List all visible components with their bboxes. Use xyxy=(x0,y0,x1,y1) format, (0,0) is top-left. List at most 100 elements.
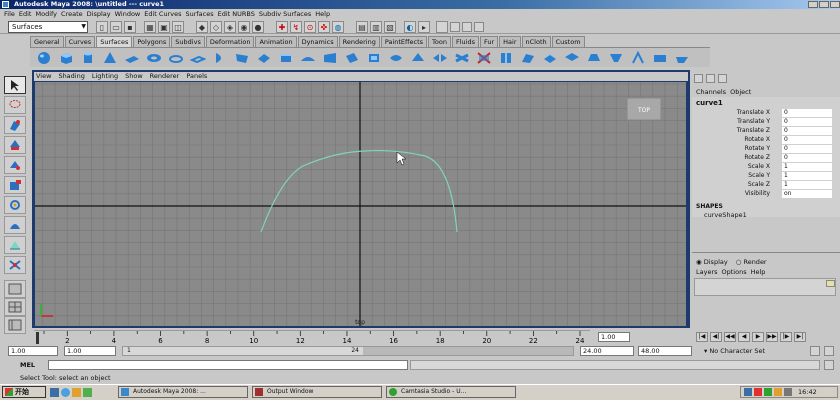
taskbar-maya[interactable]: Autodesk Maya 2008: ... xyxy=(118,386,248,398)
layer-menu-help[interactable]: Help xyxy=(751,268,766,276)
menu-display[interactable]: Display xyxy=(87,9,115,19)
play-forward-icon[interactable]: ▶ xyxy=(752,332,764,342)
tab-surfaces[interactable]: Surfaces xyxy=(96,36,133,47)
attr-scale-z[interactable]: Scale Z1 xyxy=(692,181,832,189)
step-back-icon[interactable]: ◀| xyxy=(710,332,722,342)
layer-menu-layers[interactable]: Layers xyxy=(696,268,718,276)
extend-icon[interactable] xyxy=(518,50,538,66)
render-icon[interactable]: ▤ xyxy=(356,21,368,33)
step-back-key-icon[interactable]: ◀◀ xyxy=(724,332,736,342)
scale-tool-icon[interactable] xyxy=(4,176,26,194)
save-scene-icon[interactable]: ▪ xyxy=(124,21,136,33)
tab-hair[interactable]: Hair xyxy=(499,36,521,47)
attach-icon[interactable] xyxy=(430,50,450,66)
tab-fluids[interactable]: Fluids xyxy=(451,36,479,47)
input-line-icon[interactable]: ▸ xyxy=(418,21,430,33)
tab-rendering[interactable]: Rendering xyxy=(338,36,380,47)
browser-icon[interactable] xyxy=(61,387,70,397)
step-forward-icon[interactable]: |▶ xyxy=(780,332,792,342)
nurbs-sphere-icon[interactable] xyxy=(34,50,54,66)
menu-subdiv-surfaces[interactable]: Subdiv Surfaces xyxy=(259,9,315,19)
menu-file[interactable]: File xyxy=(4,9,19,19)
select-tool-icon[interactable] xyxy=(4,76,26,94)
open-scene-icon[interactable]: ▭ xyxy=(110,21,122,33)
tab-custom[interactable]: Custom xyxy=(551,36,585,47)
time-slider[interactable]: 2 4 6 8 10 12 14 16 18 20 22 24 xyxy=(34,330,590,345)
boundary-icon[interactable] xyxy=(320,50,340,66)
sculpt-icon[interactable] xyxy=(628,50,648,66)
layer-editor-icon[interactable] xyxy=(706,74,715,83)
snap-surface-icon[interactable]: ✜ xyxy=(318,21,330,33)
menu-window[interactable]: Window xyxy=(115,9,145,19)
menu-edit[interactable]: Edit xyxy=(19,9,36,19)
render-settings-icon[interactable]: ▧ xyxy=(384,21,396,33)
channel-box-menu-channels[interactable]: Channels xyxy=(696,88,726,96)
tab-animation[interactable]: Animation xyxy=(255,36,297,47)
nurbs-torus-icon[interactable] xyxy=(144,50,164,66)
fillet-icon[interactable] xyxy=(650,50,670,66)
menu-modify[interactable]: Modify xyxy=(35,9,61,19)
tab-polygons[interactable]: Polygons xyxy=(133,36,171,47)
nurbs-cone-icon[interactable] xyxy=(100,50,120,66)
nurbs-circle-icon[interactable] xyxy=(166,50,186,66)
snap-point-icon[interactable]: ⊙ xyxy=(304,21,316,33)
new-scene-icon[interactable]: ▯ xyxy=(96,21,108,33)
step-forward-key-icon[interactable]: ▶▶ xyxy=(766,332,778,342)
playback-end-field[interactable]: 24.00 xyxy=(580,346,634,356)
tray-icon[interactable] xyxy=(754,388,762,396)
untrim-icon[interactable] xyxy=(408,50,428,66)
attr-rotate-x[interactable]: Rotate X0 xyxy=(692,136,832,144)
script-editor-icon[interactable] xyxy=(824,360,834,370)
folder-icon[interactable] xyxy=(72,387,81,397)
range-slider-handle[interactable]: 1 24 xyxy=(123,347,363,355)
reverse-icon[interactable] xyxy=(584,50,604,66)
trim-icon[interactable] xyxy=(386,50,406,66)
attr-rotate-z[interactable]: Rotate Z0 xyxy=(692,154,832,162)
soft-mod-tool-icon[interactable] xyxy=(4,216,26,234)
range-slider[interactable]: 1 24 xyxy=(122,346,574,356)
panel-menu-renderer[interactable]: Renderer xyxy=(150,72,187,81)
tab-painteffects[interactable]: PaintEffects xyxy=(380,36,428,47)
project-curve-icon[interactable] xyxy=(672,50,692,66)
show-attribute-editor-icon[interactable] xyxy=(450,22,460,32)
tray-icon[interactable] xyxy=(774,388,782,396)
volume-icon[interactable] xyxy=(784,388,792,396)
auto-key-icon[interactable] xyxy=(810,346,820,356)
numeric-input-field[interactable] xyxy=(436,21,448,33)
attr-translate-z[interactable]: Translate Z0 xyxy=(692,127,832,135)
character-set-menu[interactable]: ▾ No Character Set xyxy=(704,346,804,356)
panel-menu-panels[interactable]: Panels xyxy=(186,72,214,81)
planar-icon[interactable] xyxy=(254,50,274,66)
show-manipulator-icon[interactable] xyxy=(4,236,26,254)
mask-icon[interactable]: ◆ xyxy=(196,21,208,33)
ipr-render-icon[interactable]: ▥ xyxy=(370,21,382,33)
mask-icon[interactable]: ◈ xyxy=(224,21,236,33)
command-input[interactable] xyxy=(48,360,408,370)
menu-edit-curves[interactable]: Edit Curves xyxy=(144,9,185,19)
tab-curves[interactable]: Curves xyxy=(64,36,96,47)
new-layer-icon[interactable] xyxy=(826,280,835,287)
select-hierarchy-icon[interactable]: ▦ xyxy=(144,21,156,33)
taskbar-output-window[interactable]: Output Window xyxy=(252,386,382,398)
bevel-icon[interactable] xyxy=(364,50,384,66)
attr-translate-y[interactable]: Translate Y0 xyxy=(692,118,832,126)
select-component-icon[interactable]: ◫ xyxy=(172,21,184,33)
animation-preferences-icon[interactable] xyxy=(824,346,834,356)
nurbs-cube-icon[interactable] xyxy=(56,50,76,66)
playback-start-field[interactable]: 1.00 xyxy=(64,346,116,356)
nurbs-plane-icon[interactable] xyxy=(122,50,142,66)
time-slider-track[interactable]: 2 4 6 8 10 12 14 16 18 20 22 24 xyxy=(34,331,590,345)
animation-start-field[interactable]: 1.00 xyxy=(8,346,58,356)
tab-dynamics[interactable]: Dynamics xyxy=(297,36,338,47)
stitch-icon[interactable] xyxy=(606,50,626,66)
panel-menu-shading[interactable]: Shading xyxy=(58,72,91,81)
channel-box-icon[interactable] xyxy=(694,74,703,83)
square-surface-icon[interactable] xyxy=(342,50,362,66)
tab-subdivs[interactable]: Subdivs xyxy=(171,36,205,47)
maximize-icon[interactable] xyxy=(819,1,829,8)
panel-menu-view[interactable]: View xyxy=(36,72,58,81)
command-language-label[interactable]: MEL xyxy=(20,360,35,370)
rebuild-icon[interactable] xyxy=(562,50,582,66)
mask-icon[interactable]: ◇ xyxy=(210,21,222,33)
top-viewport[interactable]: TOP top xyxy=(35,82,686,326)
